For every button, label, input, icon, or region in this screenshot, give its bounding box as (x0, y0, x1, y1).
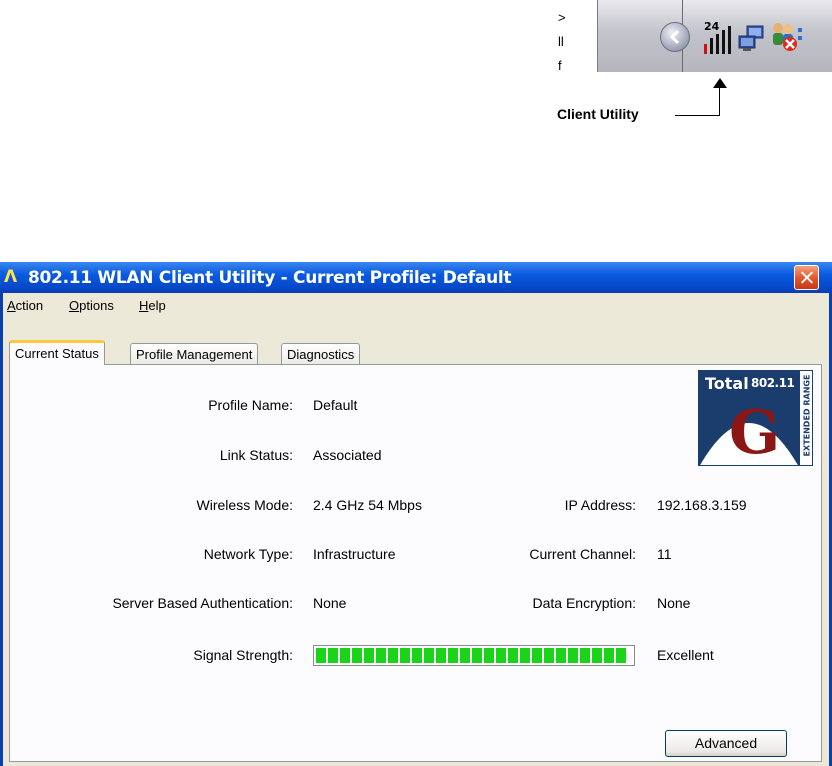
menu-mnemonic: O (69, 298, 80, 313)
link-status-label: Link Status: (219, 447, 293, 463)
menu-help[interactable]: Help (139, 298, 166, 313)
signal-segment (364, 648, 374, 663)
signal-strength-bar (313, 645, 635, 666)
tray-glyph: > (558, 10, 566, 25)
menu-help-rest: elp (148, 298, 166, 313)
signal-strength-label: Signal Strength: (193, 647, 293, 663)
show-hidden-icons-button[interactable] (660, 22, 690, 52)
signal-segment (616, 648, 626, 663)
signal-segment (508, 648, 518, 663)
logo-side-text: EXTENDED RANGE (802, 374, 812, 457)
total-80211g-logo: Total 802.11 G EXTENDED RANGE (698, 370, 813, 466)
callout-line (719, 86, 720, 116)
menu-bar: Action Options Help (3, 293, 829, 317)
signal-segment (352, 648, 362, 663)
network-computers-icon[interactable] (737, 24, 767, 59)
signal-segment (604, 648, 614, 663)
wireless-mode-value: 2.4 GHz 54 Mbps (313, 497, 422, 513)
callout-label: Client Utility (557, 106, 639, 122)
signal-segment (460, 648, 470, 663)
tab-diagnostics[interactable]: Diagnostics (281, 343, 361, 364)
ip-address-value: 192.168.3.159 (657, 497, 747, 513)
signal-strength-fill (316, 648, 632, 663)
tab-profile-management[interactable]: Profile Management (130, 343, 259, 364)
profile-name-label: Profile Name: (208, 397, 293, 413)
signal-segment (496, 648, 506, 663)
signal-segment (520, 648, 530, 663)
menu-options[interactable]: Options (69, 298, 114, 313)
window-title: 802.11 WLAN Client Utility - Current Pro… (28, 268, 512, 288)
signal-segment (400, 648, 410, 663)
signal-icon-label: 24 (704, 20, 720, 33)
current-channel-value: 11 (657, 546, 672, 562)
signal-segment (436, 648, 446, 663)
tray-edge-glyphs: > ll f (558, 6, 572, 76)
signal-segment (424, 648, 434, 663)
ip-address-label: IP Address: (564, 497, 636, 513)
advanced-button[interactable]: Advanced (665, 730, 787, 757)
callout-arrow-icon (713, 78, 727, 88)
users-disconnected-icon[interactable] (768, 20, 802, 59)
logo-standard-text: 802.11 (751, 376, 795, 390)
chevron-left-icon (669, 29, 680, 45)
network-type-label: Network Type: (203, 546, 293, 562)
signal-segment (340, 648, 350, 663)
client-utility-window: Λ 802.11 WLAN Client Utility - Current P… (0, 262, 832, 766)
signal-segment (472, 648, 482, 663)
signal-segment (544, 648, 554, 663)
wireless-mode-label: Wireless Mode: (196, 497, 293, 513)
title-bar[interactable]: Λ 802.11 WLAN Client Utility - Current P… (0, 262, 832, 293)
signal-bars-icon[interactable]: 24 (702, 18, 732, 61)
link-status-value: Associated (313, 447, 382, 463)
signal-segment (376, 648, 386, 663)
signal-segment (532, 648, 542, 663)
logo-letter: G (729, 398, 781, 466)
signal-segment (484, 648, 494, 663)
menu-action[interactable]: Action (7, 298, 43, 313)
menu-options-rest: ptions (79, 298, 114, 313)
logo-side-strip: EXTENDED RANGE (799, 371, 812, 465)
data-encryption-value: None (657, 595, 691, 611)
current-status-panel: Profile Name: Default Link Status: Assoc… (9, 364, 822, 762)
signal-strength-text: Excellent (657, 647, 714, 663)
network-type-value: Infrastructure (313, 546, 396, 562)
logo-total-text: Total (705, 374, 749, 393)
tray-glyph: f (558, 58, 562, 73)
tab-current-status[interactable]: Current Status (9, 340, 105, 365)
callout-line (675, 115, 720, 116)
window-body: Action Options Help Current Status Profi… (0, 293, 832, 766)
server-auth-value: None (313, 595, 347, 611)
signal-segment (388, 648, 398, 663)
signal-segment (316, 648, 326, 663)
signal-segment (556, 648, 566, 663)
menu-mnemonic: H (139, 298, 149, 313)
signal-segment (580, 648, 590, 663)
signal-segment (592, 648, 602, 663)
menu-action-rest: ction (15, 298, 44, 313)
server-auth-label: Server Based Authentication: (112, 595, 293, 611)
data-encryption-label: Data Encryption: (532, 595, 637, 611)
signal-segment (328, 648, 338, 663)
menu-mnemonic: A (7, 298, 16, 313)
current-channel-label: Current Channel: (529, 546, 636, 562)
close-button[interactable] (794, 265, 819, 290)
profile-name-value: Default (313, 397, 358, 413)
signal-segment (448, 648, 458, 663)
app-logo-icon: Λ (4, 267, 18, 287)
signal-segment (568, 648, 578, 663)
logo-banner: Total 802.11 (699, 371, 799, 399)
tray-glyph: ll (558, 34, 564, 49)
signal-segment (412, 648, 422, 663)
system-tray: 24 (597, 0, 832, 72)
